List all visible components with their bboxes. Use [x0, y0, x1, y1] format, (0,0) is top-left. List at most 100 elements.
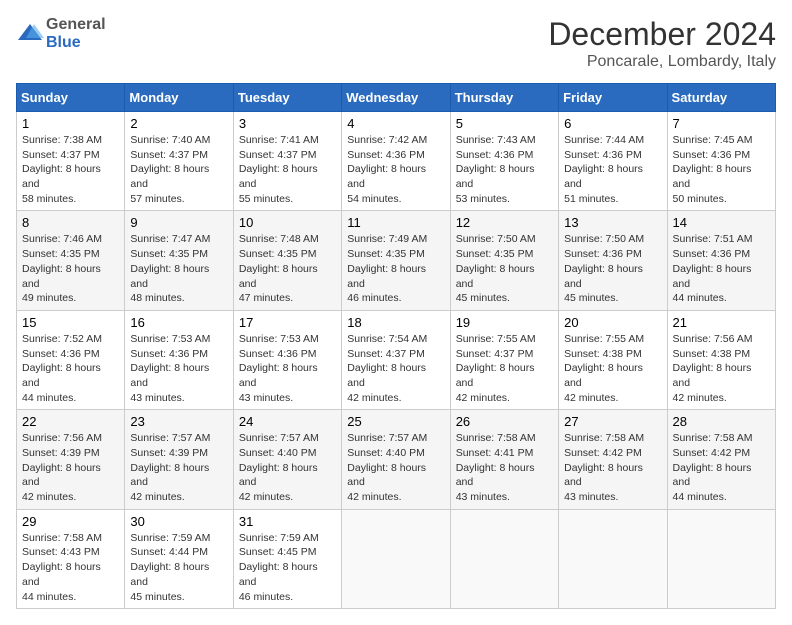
col-saturday: Saturday [667, 84, 775, 112]
day-number: 26 [456, 414, 553, 429]
calendar-day-cell: 12 Sunrise: 7:50 AMSunset: 4:35 PMDayligh… [450, 211, 558, 310]
day-info: Sunrise: 7:53 AMSunset: 4:36 PMDaylight:… [130, 332, 227, 405]
calendar-day-cell: 30 Sunrise: 7:59 AMSunset: 4:44 PMDayligh… [125, 509, 233, 608]
location-title: Poncarale, Lombardy, Italy [548, 53, 776, 71]
calendar-day-cell [559, 509, 667, 608]
day-info: Sunrise: 7:44 AMSunset: 4:36 PMDaylight:… [564, 133, 661, 206]
weekday-header-row: Sunday Monday Tuesday Wednesday Thursday… [17, 84, 776, 112]
day-info: Sunrise: 7:55 AMSunset: 4:37 PMDaylight:… [456, 332, 553, 405]
day-number: 19 [456, 315, 553, 330]
title-area: December 2024 Poncarale, Lombardy, Italy [548, 16, 776, 71]
calendar-day-cell: 19 Sunrise: 7:55 AMSunset: 4:37 PMDayligh… [450, 310, 558, 409]
col-sunday: Sunday [17, 84, 125, 112]
logo-blue: Blue [46, 34, 106, 52]
day-info: Sunrise: 7:58 AMSunset: 4:42 PMDaylight:… [673, 431, 770, 504]
logo-icon [16, 20, 44, 48]
calendar-day-cell: 8Sunrise: 7:46 AMSunset: 4:35 PMDaylight… [17, 211, 125, 310]
day-number: 27 [564, 414, 661, 429]
calendar-day-cell: 5 Sunrise: 7:43 AMSunset: 4:36 PMDaylight… [450, 112, 558, 211]
calendar-day-cell: 13Sunrise: 7:50 AMSunset: 4:36 PMDayligh… [559, 211, 667, 310]
day-info: Sunrise: 7:43 AMSunset: 4:36 PMDaylight:… [456, 133, 553, 206]
col-friday: Friday [559, 84, 667, 112]
calendar-day-cell [342, 509, 450, 608]
day-info: Sunrise: 7:55 AMSunset: 4:38 PMDaylight:… [564, 332, 661, 405]
col-thursday: Thursday [450, 84, 558, 112]
calendar-day-cell: 10 Sunrise: 7:48 AMSunset: 4:35 PMDayligh… [233, 211, 341, 310]
day-number: 22 [22, 414, 119, 429]
calendar-day-cell: 3 Sunrise: 7:41 AMSunset: 4:37 PMDaylight… [233, 112, 341, 211]
day-info: Sunrise: 7:41 AMSunset: 4:37 PMDaylight:… [239, 133, 336, 206]
calendar-day-cell [450, 509, 558, 608]
logo-general: General [46, 16, 106, 34]
calendar-day-cell: 20 Sunrise: 7:55 AMSunset: 4:38 PMDayligh… [559, 310, 667, 409]
day-info: Sunrise: 7:57 AMSunset: 4:40 PMDaylight:… [347, 431, 444, 504]
day-number: 21 [673, 315, 770, 330]
calendar-week-row: 8Sunrise: 7:46 AMSunset: 4:35 PMDaylight… [17, 211, 776, 310]
day-number: 3 [239, 116, 336, 131]
day-number: 31 [239, 514, 336, 529]
day-number: 15 [22, 315, 119, 330]
day-number: 13 [564, 215, 661, 230]
day-info: Sunrise: 7:49 AMSunset: 4:35 PMDaylight:… [347, 232, 444, 305]
calendar-day-cell [667, 509, 775, 608]
col-wednesday: Wednesday [342, 84, 450, 112]
day-number: 1 [22, 116, 119, 131]
day-number: 25 [347, 414, 444, 429]
day-info: Sunrise: 7:54 AMSunset: 4:37 PMDaylight:… [347, 332, 444, 405]
day-info: Sunrise: 7:50 AMSunset: 4:35 PMDaylight:… [456, 232, 553, 305]
calendar-day-cell: 14Sunrise: 7:51 AMSunset: 4:36 PMDayligh… [667, 211, 775, 310]
calendar: Sunday Monday Tuesday Wednesday Thursday… [16, 83, 776, 609]
day-info: Sunrise: 7:57 AMSunset: 4:40 PMDaylight:… [239, 431, 336, 504]
calendar-day-cell: 1Sunrise: 7:38 AMSunset: 4:37 PMDaylight… [17, 112, 125, 211]
day-number: 30 [130, 514, 227, 529]
day-info: Sunrise: 7:53 AMSunset: 4:36 PMDaylight:… [239, 332, 336, 405]
day-info: Sunrise: 7:52 AMSunset: 4:36 PMDaylight:… [22, 332, 119, 405]
day-info: Sunrise: 7:59 AMSunset: 4:45 PMDaylight:… [239, 531, 336, 604]
day-number: 23 [130, 414, 227, 429]
day-info: Sunrise: 7:42 AMSunset: 4:36 PMDaylight:… [347, 133, 444, 206]
calendar-day-cell: 24 Sunrise: 7:57 AMSunset: 4:40 PMDayligh… [233, 410, 341, 509]
col-monday: Monday [125, 84, 233, 112]
calendar-day-cell: 9 Sunrise: 7:47 AMSunset: 4:35 PMDaylight… [125, 211, 233, 310]
calendar-week-row: 22 Sunrise: 7:56 AMSunset: 4:39 PMDayligh… [17, 410, 776, 509]
day-number: 6 [564, 116, 661, 131]
calendar-week-row: 29 Sunrise: 7:58 AMSunset: 4:43 PMDayligh… [17, 509, 776, 608]
calendar-day-cell: 31 Sunrise: 7:59 AMSunset: 4:45 PMDayligh… [233, 509, 341, 608]
calendar-day-cell: 4 Sunrise: 7:42 AMSunset: 4:36 PMDaylight… [342, 112, 450, 211]
calendar-day-cell: 18 Sunrise: 7:54 AMSunset: 4:37 PMDayligh… [342, 310, 450, 409]
day-number: 11 [347, 215, 444, 230]
day-number: 24 [239, 414, 336, 429]
day-number: 29 [22, 514, 119, 529]
day-number: 20 [564, 315, 661, 330]
calendar-day-cell: 16Sunrise: 7:53 AMSunset: 4:36 PMDayligh… [125, 310, 233, 409]
day-info: Sunrise: 7:56 AMSunset: 4:39 PMDaylight:… [22, 431, 119, 504]
day-number: 2 [130, 116, 227, 131]
day-info: Sunrise: 7:47 AMSunset: 4:35 PMDaylight:… [130, 232, 227, 305]
col-tuesday: Tuesday [233, 84, 341, 112]
calendar-week-row: 15 Sunrise: 7:52 AMSunset: 4:36 PMDayligh… [17, 310, 776, 409]
calendar-day-cell: 21 Sunrise: 7:56 AMSunset: 4:38 PMDayligh… [667, 310, 775, 409]
day-number: 9 [130, 215, 227, 230]
day-info: Sunrise: 7:45 AMSunset: 4:36 PMDaylight:… [673, 133, 770, 206]
day-info: Sunrise: 7:59 AMSunset: 4:44 PMDaylight:… [130, 531, 227, 604]
day-info: Sunrise: 7:40 AMSunset: 4:37 PMDaylight:… [130, 133, 227, 206]
calendar-day-cell: 26 Sunrise: 7:58 AMSunset: 4:41 PMDayligh… [450, 410, 558, 509]
day-number: 5 [456, 116, 553, 131]
day-number: 12 [456, 215, 553, 230]
month-title: December 2024 [548, 16, 776, 53]
day-info: Sunrise: 7:56 AMSunset: 4:38 PMDaylight:… [673, 332, 770, 405]
calendar-day-cell: 28 Sunrise: 7:58 AMSunset: 4:42 PMDayligh… [667, 410, 775, 509]
calendar-day-cell: 15 Sunrise: 7:52 AMSunset: 4:36 PMDayligh… [17, 310, 125, 409]
day-info: Sunrise: 7:58 AMSunset: 4:41 PMDaylight:… [456, 431, 553, 504]
day-number: 18 [347, 315, 444, 330]
calendar-day-cell: 7Sunrise: 7:45 AMSunset: 4:36 PMDaylight… [667, 112, 775, 211]
day-info: Sunrise: 7:58 AMSunset: 4:43 PMDaylight:… [22, 531, 119, 604]
day-info: Sunrise: 7:51 AMSunset: 4:36 PMDaylight:… [673, 232, 770, 305]
day-info: Sunrise: 7:57 AMSunset: 4:39 PMDaylight:… [130, 431, 227, 504]
day-info: Sunrise: 7:48 AMSunset: 4:35 PMDaylight:… [239, 232, 336, 305]
day-number: 4 [347, 116, 444, 131]
day-number: 10 [239, 215, 336, 230]
day-number: 28 [673, 414, 770, 429]
calendar-day-cell: 17Sunrise: 7:53 AMSunset: 4:36 PMDayligh… [233, 310, 341, 409]
day-info: Sunrise: 7:58 AMSunset: 4:42 PMDaylight:… [564, 431, 661, 504]
